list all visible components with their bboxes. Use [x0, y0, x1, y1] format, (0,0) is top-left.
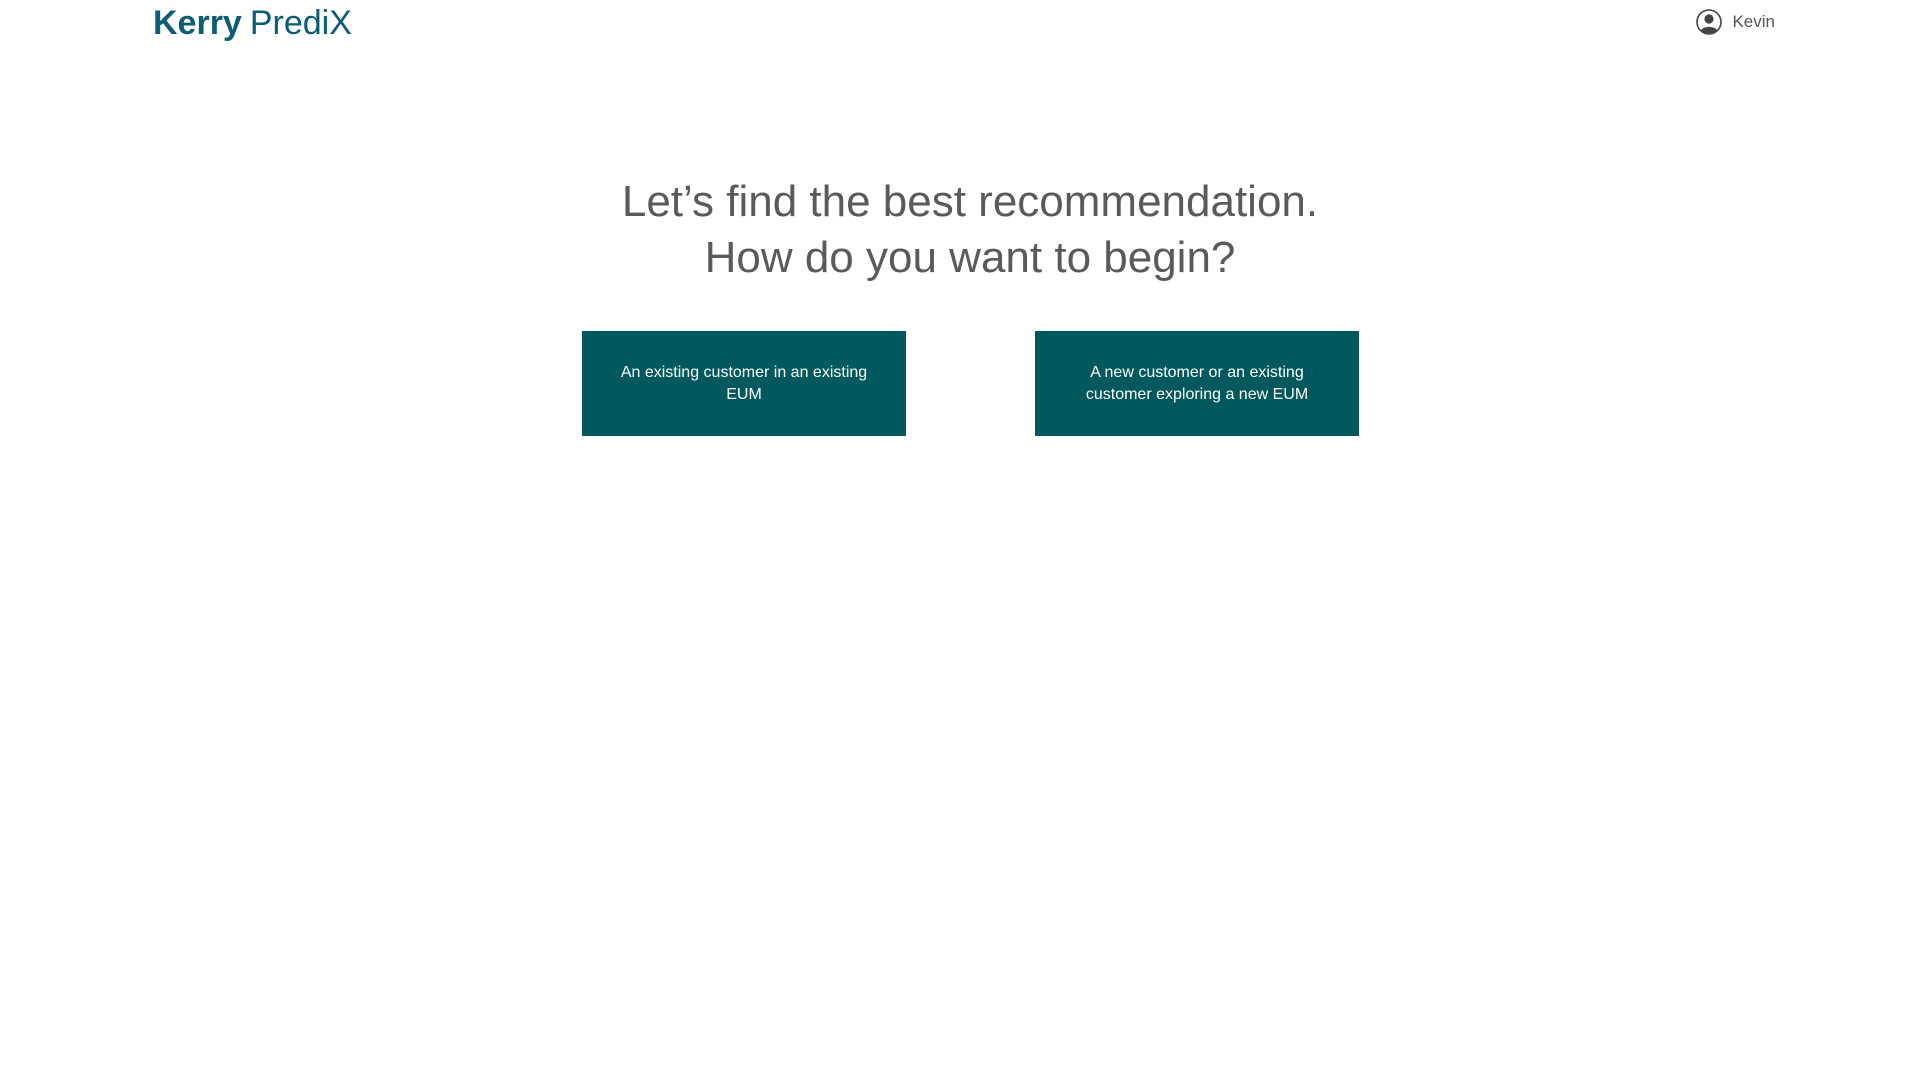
user-menu[interactable]: Kevin: [1696, 9, 1775, 35]
page-headline: Let’s find the best recommendation. How …: [0, 174, 1920, 286]
user-name: Kevin: [1732, 12, 1775, 31]
new-customer-button[interactable]: A new customer or an existing customer e…: [1035, 331, 1359, 436]
existing-customer-button[interactable]: An existing customer in an existing EUM: [582, 331, 906, 436]
logo-brand: Kerry: [153, 4, 242, 42]
logo-product: PrediX: [249, 4, 352, 42]
headline-line-1: Let’s find the best recommendation.: [621, 177, 1319, 226]
app-logo[interactable]: Kerry PrediX: [153, 4, 352, 42]
headline-line-2: How do you want to begin?: [704, 233, 1236, 282]
user-circle-icon: [1696, 9, 1723, 35]
app-header: Kerry PrediX Kevin: [0, 0, 1920, 46]
